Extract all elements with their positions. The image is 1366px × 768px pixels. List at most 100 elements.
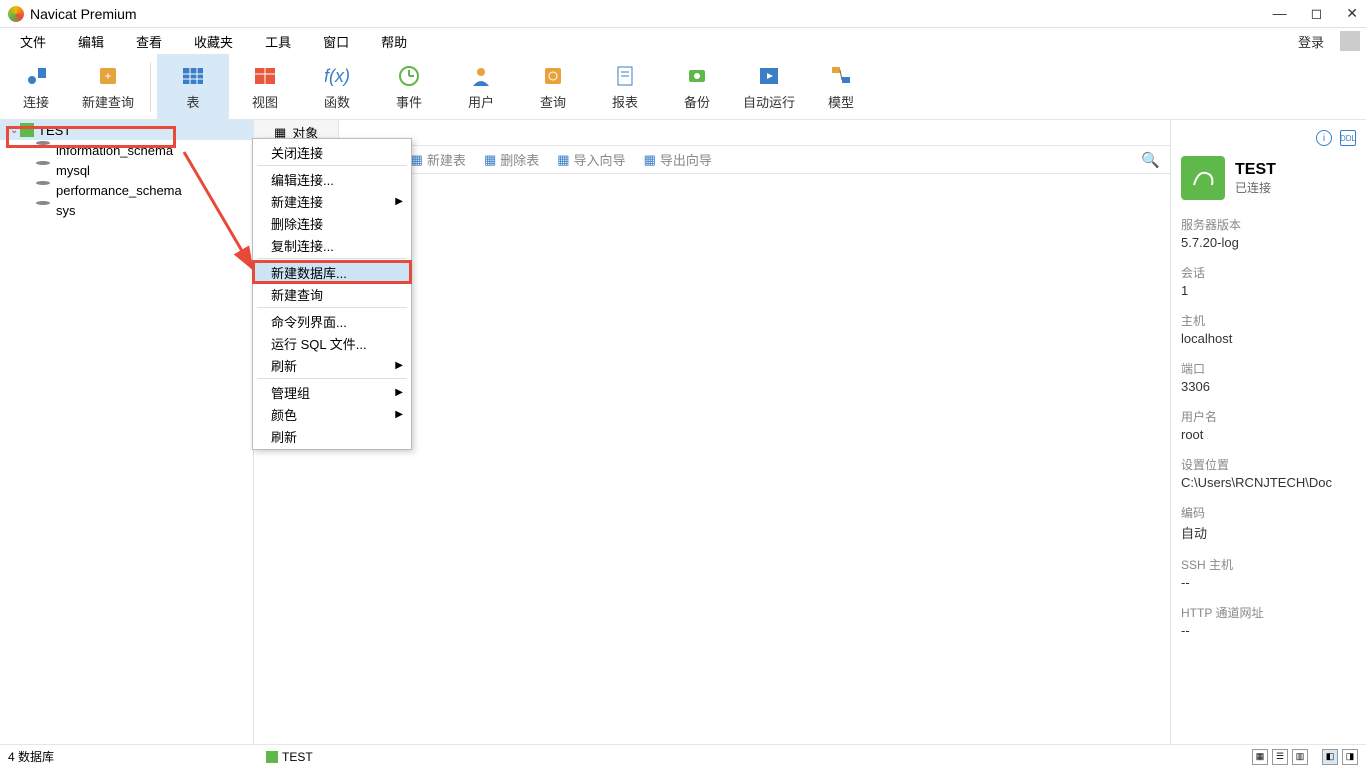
action-item[interactable]: ▦删除表	[484, 150, 539, 169]
panel-left-icon[interactable]: ◧	[1322, 749, 1338, 765]
menu-tools[interactable]: 工具	[251, 29, 305, 54]
maximize-button[interactable]: ◻	[1311, 5, 1323, 22]
info-panel: i DDL TEST 已连接 服务器版本5.7.20-log会话1主机local…	[1170, 120, 1366, 744]
tool-auto[interactable]: 自动运行	[733, 54, 805, 120]
tool-model[interactable]: 模型	[805, 54, 877, 120]
database-icon	[36, 143, 52, 157]
tree-database[interactable]: sys	[0, 200, 253, 220]
menu-item-label: 命令列界面...	[271, 312, 347, 331]
tool-label: 用户	[468, 92, 494, 111]
menu-item-label: 管理组	[271, 383, 310, 402]
report-icon	[611, 62, 639, 88]
tool-plug[interactable]: 连接	[0, 54, 72, 120]
action-icon: ▦	[644, 152, 656, 168]
model-icon	[827, 62, 855, 88]
tree-database[interactable]: mysql	[0, 160, 253, 180]
menu-view[interactable]: 查看	[122, 29, 176, 54]
context-menu-item[interactable]: 关闭连接	[253, 141, 411, 163]
expand-icon[interactable]: ⌄	[10, 125, 20, 136]
user-icon	[467, 62, 495, 88]
info-status: 已连接	[1235, 179, 1276, 196]
tool-view[interactable]: 视图	[229, 54, 301, 120]
tool-fx[interactable]: f(x) 函数	[301, 54, 373, 120]
svg-text:+: +	[104, 69, 111, 83]
info-icon[interactable]: i	[1316, 130, 1332, 146]
panel-right-icon[interactable]: ◨	[1342, 749, 1358, 765]
submenu-arrow-icon: ▶	[395, 360, 403, 371]
menu-separator	[257, 258, 407, 259]
menu-file[interactable]: 文件	[6, 29, 60, 54]
submenu-arrow-icon: ▶	[395, 409, 403, 420]
view-detail-icon[interactable]: ▥	[1292, 749, 1308, 765]
avatar-icon[interactable]	[1340, 31, 1360, 51]
context-menu-item[interactable]: 新建数据库...	[253, 261, 411, 283]
submenu-arrow-icon: ▶	[395, 196, 403, 207]
tool-label: 模型	[828, 92, 854, 111]
tool-label: 事件	[396, 92, 422, 111]
menu-item-label: 复制连接...	[271, 236, 334, 255]
menu-item-label: 运行 SQL 文件...	[271, 334, 367, 353]
mysql-logo-icon	[1181, 156, 1225, 200]
menu-help[interactable]: 帮助	[367, 29, 421, 54]
database-icon	[36, 183, 52, 197]
tool-label: 备份	[684, 92, 710, 111]
tree-connection-test[interactable]: ⌄ TEST	[0, 120, 253, 140]
fx-icon: f(x)	[323, 62, 351, 88]
context-menu-item[interactable]: 运行 SQL 文件...	[253, 332, 411, 354]
table-icon	[179, 62, 207, 88]
auto-icon	[755, 62, 783, 88]
context-menu-item[interactable]: 刷新	[253, 425, 411, 447]
info-key: 主机	[1181, 312, 1356, 329]
database-icon	[36, 203, 52, 217]
menu-edit[interactable]: 编辑	[64, 29, 118, 54]
view-list-icon[interactable]: ☰	[1272, 749, 1288, 765]
context-menu-item[interactable]: 新建连接▶	[253, 190, 411, 212]
svg-text:f(x): f(x)	[325, 66, 349, 86]
context-menu-item[interactable]: 颜色▶	[253, 403, 411, 425]
context-menu-item[interactable]: 复制连接...	[253, 234, 411, 256]
tool-user[interactable]: 用户	[445, 54, 517, 120]
tool-label: 新建查询	[82, 92, 134, 111]
tree-database[interactable]: information_schema	[0, 140, 253, 160]
context-menu-item[interactable]: 删除连接	[253, 212, 411, 234]
tree-label: TEST	[38, 123, 71, 138]
menubar: 文件 编辑 查看 收藏夹 工具 窗口 帮助 登录	[0, 28, 1366, 54]
context-menu-item[interactable]: 管理组▶	[253, 381, 411, 403]
minimize-button[interactable]: —	[1273, 5, 1287, 22]
tool-event[interactable]: 事件	[373, 54, 445, 120]
info-key: 会话	[1181, 264, 1356, 281]
tool-label: 连接	[23, 92, 49, 111]
action-item[interactable]: ▦导出向导	[644, 150, 712, 169]
context-menu-item[interactable]: 新建查询	[253, 283, 411, 305]
action-item[interactable]: ▦新建表	[411, 150, 466, 169]
context-menu-item[interactable]: 编辑连接...	[253, 168, 411, 190]
login-button[interactable]: 登录	[1290, 29, 1332, 54]
action-item[interactable]: ▦导入向导	[557, 150, 625, 169]
view-grid-icon[interactable]: ▦	[1252, 749, 1268, 765]
menu-item-label: 新建查询	[271, 285, 323, 304]
context-menu-item[interactable]: 命令列界面...	[253, 310, 411, 332]
info-value: localhost	[1181, 331, 1356, 346]
action-label: 导入向导	[574, 150, 626, 169]
menu-item-label: 关闭连接	[271, 143, 323, 162]
close-button[interactable]: ✕	[1346, 5, 1358, 22]
menu-window[interactable]: 窗口	[309, 29, 363, 54]
tool-report[interactable]: 报表	[589, 54, 661, 120]
ddl-icon[interactable]: DDL	[1340, 130, 1356, 146]
tool-table[interactable]: 表	[157, 54, 229, 120]
tree-label: sys	[56, 203, 76, 218]
backup-icon	[683, 62, 711, 88]
tool-query[interactable]: 查询	[517, 54, 589, 120]
search-icon[interactable]: 🔍	[1141, 151, 1160, 169]
menu-favorites[interactable]: 收藏夹	[180, 29, 247, 54]
context-menu: 关闭连接编辑连接...新建连接▶删除连接复制连接... 新建数据库... 新建查询命…	[252, 138, 412, 450]
query-icon	[539, 62, 567, 88]
tool-backup[interactable]: 备份	[661, 54, 733, 120]
info-value: C:\Users\RCNJTECH\Doc	[1181, 475, 1356, 490]
plug-icon	[22, 62, 50, 88]
tree-database[interactable]: performance_schema	[0, 180, 253, 200]
context-menu-item[interactable]: 刷新▶	[253, 354, 411, 376]
tool-newquery[interactable]: + 新建查询	[72, 54, 144, 120]
action-label: 导出向导	[660, 150, 712, 169]
tool-label: 函数	[324, 92, 350, 111]
